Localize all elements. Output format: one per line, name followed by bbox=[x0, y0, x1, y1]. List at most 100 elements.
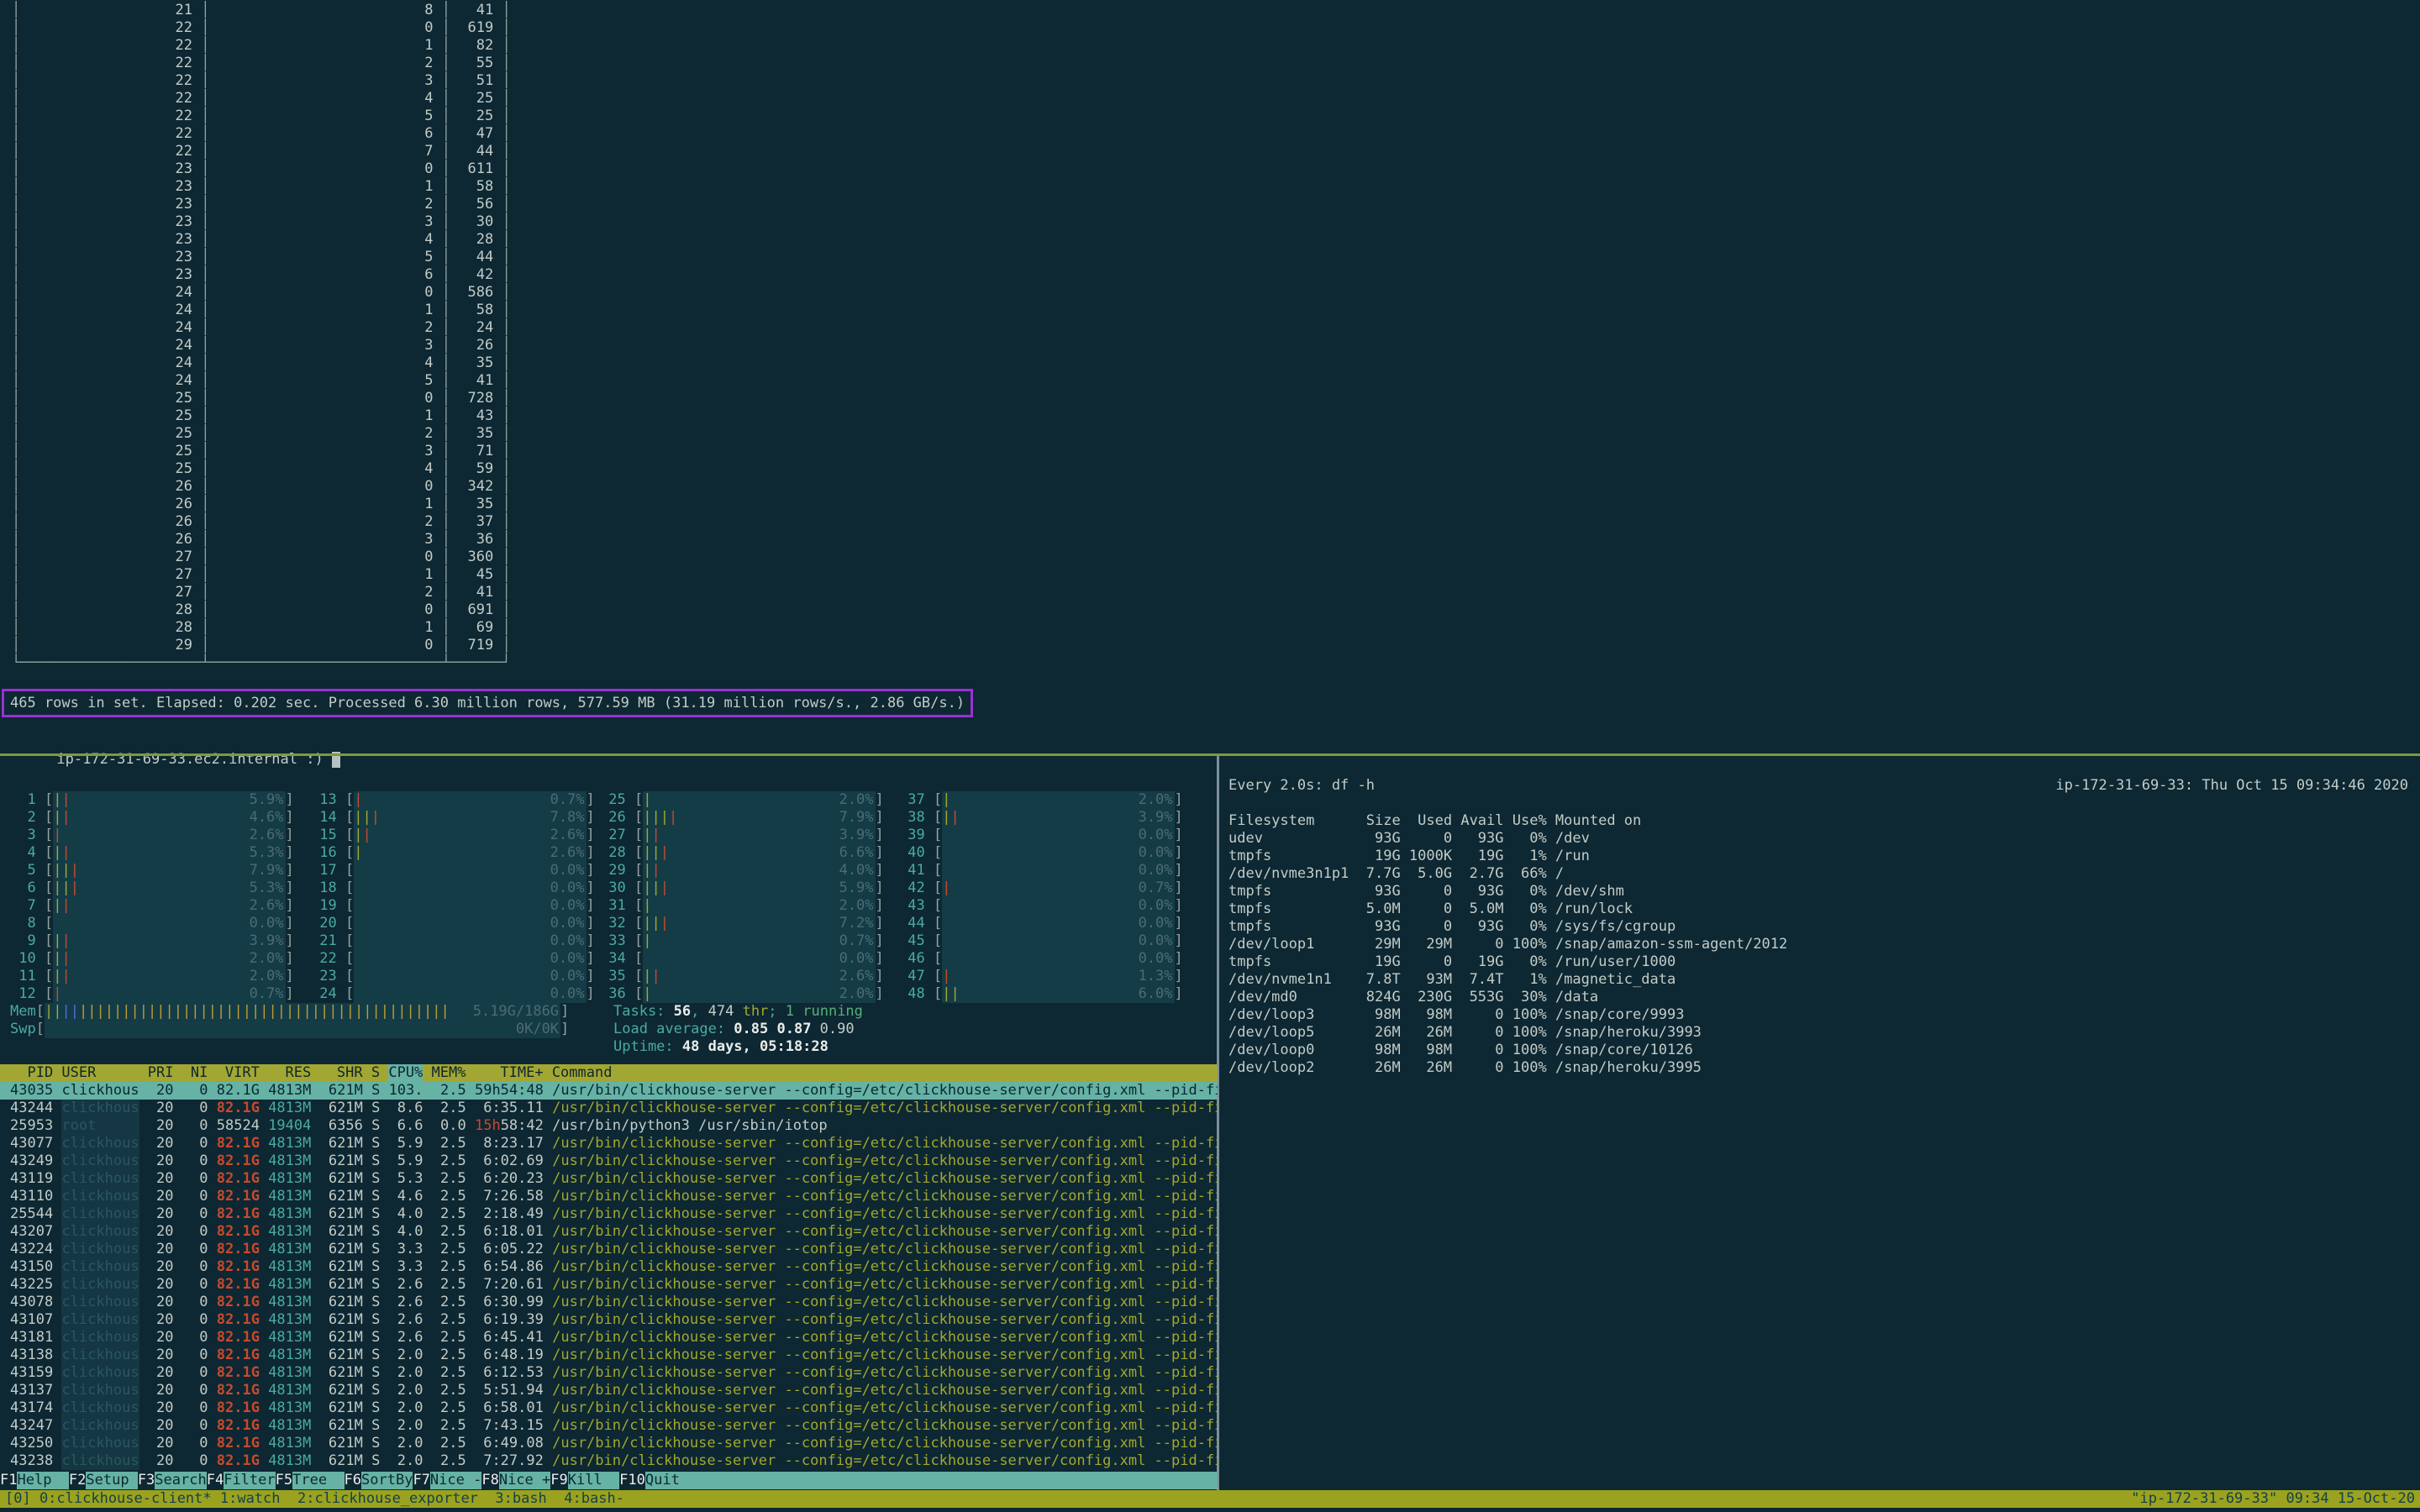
fn-label-f5[interactable]: Tree bbox=[292, 1472, 344, 1489]
process-row[interactable]: 25953 root 20 0 58524 19404 6356 S 6.6 0… bbox=[0, 1117, 1218, 1135]
cpu-meter-column-2: 13 [|0.7%] 14 [|||7.8%] 15 [||2.6%] 16 [… bbox=[311, 791, 595, 1003]
process-row[interactable]: 43107 clickhous 20 0 82.1G 4813M 621M S … bbox=[0, 1311, 1218, 1329]
process-row[interactable]: 43247 clickhous 20 0 82.1G 4813M 621M S … bbox=[0, 1417, 1218, 1435]
cpu-meter-35: 35 [||2.6%] bbox=[600, 968, 884, 985]
process-row[interactable]: 43077 clickhous 20 0 82.1G 4813M 621M S … bbox=[0, 1135, 1218, 1152]
process-row[interactable]: 43150 clickhous 20 0 82.1G 4813M 621M S … bbox=[0, 1258, 1218, 1276]
result-row: │ 24 │ 5 │ 41 │ bbox=[12, 372, 511, 390]
process-row[interactable]: 43174 clickhous 20 0 82.1G 4813M 621M S … bbox=[0, 1399, 1218, 1417]
result-row: │ 24 │ 1 │ 58 │ bbox=[12, 302, 511, 319]
tmux-window-list[interactable]: [0] 0:clickhouse-client* 1:watch 2:click… bbox=[0, 1490, 624, 1508]
cpu-meter-36: 36 [|2.0%] bbox=[600, 985, 884, 1003]
cpu-meter-20: 20 [0.0%] bbox=[311, 915, 595, 932]
process-row[interactable]: 43244 clickhous 20 0 82.1G 4813M 621M S … bbox=[0, 1100, 1218, 1117]
watch-df-pane[interactable]: Every 2.0s: df -h ip-172-31-69-33: Thu O… bbox=[1220, 756, 2420, 1490]
tasks-summary: Tasks: 56, 474 thr; 1 running bbox=[613, 1003, 863, 1021]
process-row[interactable]: 43119 clickhous 20 0 82.1G 4813M 621M S … bbox=[0, 1170, 1218, 1188]
cpu-meter-4: 4 [||5.3%] bbox=[10, 844, 294, 862]
cpu-meter-45: 45 [0.0%] bbox=[899, 932, 1183, 950]
df-row: /dev/nvme3n1p1 7.7G 5.0G 2.7G 66% / bbox=[1228, 865, 1787, 883]
process-row[interactable]: 43159 clickhous 20 0 82.1G 4813M 621M S … bbox=[0, 1364, 1218, 1382]
df-output: Filesystem Size Used Avail Use% Mounted … bbox=[1228, 812, 1787, 1077]
process-row[interactable]: 43035 clickhous 20 0 82.1G 4813M 621M S … bbox=[0, 1082, 1218, 1100]
result-row: │ 23 │ 3 │ 30 │ bbox=[12, 213, 511, 231]
result-row: │ 22 │ 3 │ 51 │ bbox=[12, 72, 511, 90]
df-row: /dev/md0 824G 230G 553G 30% /data bbox=[1228, 989, 1787, 1006]
cpu-meter-34: 34 [0.0%] bbox=[600, 950, 884, 968]
process-row[interactable]: 43138 clickhous 20 0 82.1G 4813M 621M S … bbox=[0, 1347, 1218, 1364]
fn-key-f8[interactable]: F8 bbox=[481, 1472, 498, 1489]
process-row[interactable]: 43207 clickhous 20 0 82.1G 4813M 621M S … bbox=[0, 1223, 1218, 1241]
fn-key-f6[interactable]: F6 bbox=[345, 1472, 361, 1489]
result-row: │ 25 │ 1 │ 43 │ bbox=[12, 407, 511, 425]
cpu-meter-5: 5 [|||7.9%] bbox=[10, 862, 294, 879]
cpu-meter-column-4: 37 [|2.0%] 38 [||3.9%] 39 [0.0%] 40 [0.0… bbox=[899, 791, 1183, 1003]
cpu-meter-46: 46 [0.0%] bbox=[899, 950, 1183, 968]
fn-label-f1[interactable]: Help bbox=[17, 1472, 68, 1489]
fn-key-f1[interactable]: F1 bbox=[0, 1472, 17, 1489]
fn-label-f8[interactable]: Nice + bbox=[499, 1472, 550, 1489]
cpu-meter-22: 22 [0.0%] bbox=[311, 950, 595, 968]
swap-meter: Swp[0K/0K] bbox=[10, 1021, 569, 1038]
fn-key-f3[interactable]: F3 bbox=[138, 1472, 155, 1489]
process-row[interactable]: 43238 clickhous 20 0 82.1G 4813M 621M S … bbox=[0, 1452, 1218, 1470]
df-row: udev 93G 0 93G 0% /dev bbox=[1228, 830, 1787, 848]
result-row: │ 24 │ 0 │ 586 │ bbox=[12, 284, 511, 302]
clickhouse-client-pane[interactable]: │ 21 │ 8 │ 41 ││ 22 │ 0 │ 619 ││ 22 │ 1 … bbox=[0, 0, 2420, 753]
process-row[interactable]: 43110 clickhous 20 0 82.1G 4813M 621M S … bbox=[0, 1188, 1218, 1205]
process-row[interactable]: 43225 clickhous 20 0 82.1G 4813M 621M S … bbox=[0, 1276, 1218, 1294]
fn-label-f6[interactable]: SortBy bbox=[361, 1472, 413, 1489]
df-row: /dev/loop2 26M 26M 0 100% /snap/heroku/3… bbox=[1228, 1059, 1787, 1077]
result-row: │ 22 │ 0 │ 619 │ bbox=[12, 19, 511, 37]
result-row: │ 24 │ 4 │ 35 │ bbox=[12, 354, 511, 372]
cpu-meter-column-1: 1 [||5.9%] 2 [||4.6%] 3 [|2.6%] 4 [||5.3… bbox=[10, 791, 294, 1003]
result-row: │ 24 │ 2 │ 24 │ bbox=[12, 319, 511, 337]
fn-key-f9[interactable]: F9 bbox=[550, 1472, 567, 1489]
fn-label-f4[interactable]: Filter bbox=[224, 1472, 275, 1489]
process-row[interactable]: 43181 clickhous 20 0 82.1G 4813M 621M S … bbox=[0, 1329, 1218, 1347]
result-row: │ 27 │ 0 │ 360 │ bbox=[12, 549, 511, 566]
process-row[interactable]: 43250 clickhous 20 0 82.1G 4813M 621M S … bbox=[0, 1435, 1218, 1452]
fn-key-f5[interactable]: F5 bbox=[276, 1472, 292, 1489]
df-row: tmpfs 19G 1000K 19G 1% /run bbox=[1228, 848, 1787, 865]
tmux-session-screen: │ 21 │ 8 │ 41 ││ 22 │ 0 │ 619 ││ 22 │ 1 … bbox=[0, 0, 2420, 1512]
cpu-meter-1: 1 [||5.9%] bbox=[10, 791, 294, 809]
process-row[interactable]: 25544 clickhous 20 0 82.1G 4813M 621M S … bbox=[0, 1205, 1218, 1223]
result-row: │ 23 │ 0 │ 611 │ bbox=[12, 160, 511, 178]
fn-key-f4[interactable]: F4 bbox=[207, 1472, 224, 1489]
fn-label-f7[interactable]: Nice - bbox=[430, 1472, 481, 1489]
process-table-header[interactable]: PID USER PRI NI VIRT RES SHR S CPU% MEM%… bbox=[0, 1064, 1218, 1082]
fn-label-f10[interactable]: Quit bbox=[645, 1472, 697, 1489]
cpu-meter-25: 25 [|2.0%] bbox=[600, 791, 884, 809]
result-row: │ 23 │ 6 │ 42 │ bbox=[12, 266, 511, 284]
result-row: │ 21 │ 8 │ 41 │ bbox=[12, 2, 511, 19]
process-row[interactable]: 43224 clickhous 20 0 82.1G 4813M 621M S … bbox=[0, 1241, 1218, 1258]
process-row[interactable]: 43249 clickhous 20 0 82.1G 4813M 621M S … bbox=[0, 1152, 1218, 1170]
result-row: │ 26 │ 2 │ 37 │ bbox=[12, 513, 511, 531]
cpu-meter-6: 6 [|||5.3%] bbox=[10, 879, 294, 897]
fn-label-f9[interactable]: Kill bbox=[568, 1472, 619, 1489]
tmux-status-bar[interactable]: [0] 0:clickhouse-client* 1:watch 2:click… bbox=[0, 1490, 2420, 1508]
cpu-meter-18: 18 [0.0%] bbox=[311, 879, 595, 897]
process-row[interactable]: 43137 clickhous 20 0 82.1G 4813M 621M S … bbox=[0, 1382, 1218, 1399]
fn-key-f7[interactable]: F7 bbox=[413, 1472, 429, 1489]
cpu-meter-2: 2 [||4.6%] bbox=[10, 809, 294, 827]
result-row: │ 28 │ 0 │ 691 │ bbox=[12, 601, 511, 619]
result-row: │ 22 │ 2 │ 55 │ bbox=[12, 55, 511, 72]
fn-label-f2[interactable]: Setup bbox=[86, 1472, 137, 1489]
query-summary-highlight-box: 465 rows in set. Elapsed: 0.202 sec. Pro… bbox=[2, 689, 973, 717]
uptime: Uptime: 48 days, 05:18:28 bbox=[613, 1038, 829, 1056]
fn-label-f3[interactable]: Search bbox=[155, 1472, 206, 1489]
cpu-meter-29: 29 [||4.0%] bbox=[600, 862, 884, 879]
cpu-meter-7: 7 [||2.6%] bbox=[10, 897, 294, 915]
cpu-meter-40: 40 [0.0%] bbox=[899, 844, 1183, 862]
cpu-meter-43: 43 [0.0%] bbox=[899, 897, 1183, 915]
fn-key-f10[interactable]: F10 bbox=[619, 1472, 645, 1489]
process-row[interactable]: 43078 clickhous 20 0 82.1G 4813M 621M S … bbox=[0, 1294, 1218, 1311]
query-summary-text: 465 rows in set. Elapsed: 0.202 sec. Pro… bbox=[10, 695, 965, 712]
result-row: │ 23 │ 4 │ 28 │ bbox=[12, 231, 511, 249]
htop-pane[interactable]: 1 [||5.9%] 2 [||4.6%] 3 [|2.6%] 4 [||5.3… bbox=[0, 756, 1218, 1490]
result-row: │ 22 │ 4 │ 25 │ bbox=[12, 90, 511, 108]
cpu-meter-21: 21 [0.0%] bbox=[311, 932, 595, 950]
fn-key-f2[interactable]: F2 bbox=[69, 1472, 86, 1489]
